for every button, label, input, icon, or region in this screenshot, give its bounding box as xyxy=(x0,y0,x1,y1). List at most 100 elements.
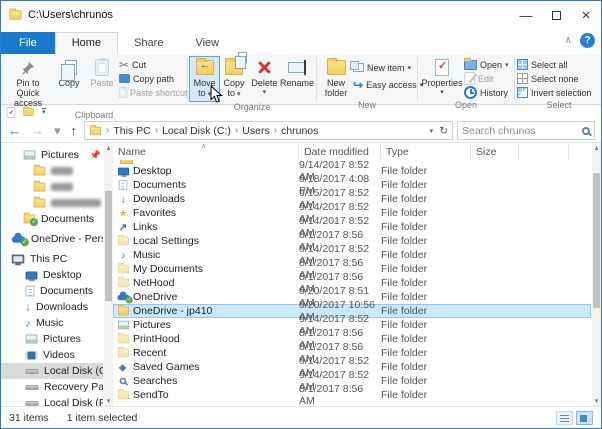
copy-to-button[interactable]: Copy to ▾ xyxy=(219,57,248,101)
recent-locations-dropdown-icon[interactable]: ▾ xyxy=(51,124,64,137)
back-button[interactable]: ← xyxy=(5,124,24,137)
easy-access-button[interactable]: ↪ Easy access ▾ xyxy=(353,78,415,91)
sidebar-item-local-disk-c[interactable]: Local Disk (C:) xyxy=(1,363,103,379)
scroll-up-icon[interactable]: ▴ xyxy=(592,144,601,152)
move-to-button[interactable]: ← Move to ▾ xyxy=(190,57,219,101)
window-title: C:\Users\chrunos xyxy=(28,9,511,21)
shortcut-folder-icon xyxy=(117,335,128,344)
select-group-label: Select xyxy=(515,99,602,112)
tab-home[interactable]: Home xyxy=(55,32,118,54)
folder-synced-icon xyxy=(24,215,36,224)
paste-shortcut-button[interactable]: Paste shortcut xyxy=(119,86,185,99)
column-header-date[interactable]: Date modified xyxy=(299,144,381,159)
title-bar: C:\Users\chrunos — × xyxy=(1,1,601,29)
paste-label: Paste xyxy=(90,78,113,88)
cut-button[interactable]: ✂ Cut xyxy=(119,58,185,71)
sidebar-item-videos[interactable]: Videos xyxy=(1,347,103,363)
desktop-icon xyxy=(26,271,38,279)
file-row-sendto[interactable]: SendTo 8/1/2017 8:56 AM File folder xyxy=(113,388,591,402)
large-icons-view-button[interactable] xyxy=(576,411,593,425)
sidebar-item-music[interactable]: ♪ Music xyxy=(1,315,103,331)
minimize-button[interactable]: — xyxy=(511,2,541,28)
sidebar-scrollbar[interactable]: ▴ ▾ xyxy=(104,143,113,406)
folder-icon xyxy=(117,307,128,316)
breadcrumb-chrunos[interactable]: chrunos xyxy=(281,125,318,137)
downloads-icon: ↓ xyxy=(25,302,30,313)
breadcrumb-users[interactable]: Users xyxy=(242,125,269,137)
qat-new-folder-button[interactable] xyxy=(23,108,33,116)
sidebar-item-label: This PC xyxy=(30,253,67,265)
delete-button[interactable]: Delete ▾ xyxy=(249,57,280,99)
qat-properties-button[interactable] xyxy=(7,107,15,117)
select-all-label: Select all xyxy=(531,60,568,70)
ribbon-group-open: Properties ▾ Open ▾ Edit Histo xyxy=(418,54,514,104)
maximize-button[interactable] xyxy=(541,2,571,28)
scissors-icon: ✂ xyxy=(119,59,129,71)
open-button[interactable]: Open ▾ xyxy=(464,58,512,71)
history-button[interactable]: History xyxy=(464,86,512,99)
breadcrumb[interactable]: › This PC › Local Disk (C:) › Users › ch… xyxy=(84,121,453,140)
scroll-down-icon[interactable]: ▾ xyxy=(592,397,601,405)
help-button[interactable]: ? xyxy=(580,33,595,48)
select-none-button[interactable]: Select none xyxy=(517,72,601,85)
dropdown-arrow-icon: ▾ xyxy=(235,91,240,98)
copy-path-button[interactable]: Copy path xyxy=(119,72,185,85)
collapse-ribbon-icon[interactable]: ∧ xyxy=(565,35,572,46)
column-header-type[interactable]: Type xyxy=(381,144,471,159)
sidebar-item-label: Local Disk (C:) xyxy=(44,365,103,377)
edit-icon xyxy=(464,72,475,85)
file-list-scrollbar[interactable]: ▴ ▾ xyxy=(592,143,601,406)
desktop-icon xyxy=(117,167,128,175)
scroll-down-icon[interactable]: ▾ xyxy=(104,397,113,405)
sidebar-item-pictures-quick[interactable]: Pictures 📌 xyxy=(1,147,103,163)
edit-button[interactable]: Edit xyxy=(464,72,512,85)
new-folder-button[interactable]: New folder xyxy=(319,57,353,99)
sidebar-item-downloads[interactable]: ↓ Downloads xyxy=(1,299,103,315)
sidebar-item-desktop[interactable]: Desktop xyxy=(1,267,103,283)
up-button[interactable]: ↑ xyxy=(68,124,81,137)
invert-selection-button[interactable]: Invert selection xyxy=(517,86,601,99)
scroll-up-icon[interactable]: ▴ xyxy=(104,144,113,152)
forward-button[interactable]: → xyxy=(28,124,47,137)
refresh-icon[interactable]: ↻ xyxy=(439,125,448,137)
folder-icon xyxy=(34,183,46,192)
sidebar-item-documents[interactable]: Documents xyxy=(1,283,103,299)
address-dropdown-icon[interactable]: ▾ xyxy=(430,127,434,135)
sidebar-item-local-disk-f[interactable]: Local Disk (F:) xyxy=(1,395,103,406)
copy-path-icon xyxy=(119,74,130,83)
sidebar-item-pictures[interactable]: Pictures xyxy=(1,331,103,347)
details-view-button[interactable] xyxy=(556,411,573,425)
breadcrumb-this-pc[interactable]: This PC xyxy=(113,125,150,137)
search-icon[interactable] xyxy=(582,127,590,135)
breadcrumb-separator: › xyxy=(106,125,109,136)
properties-button[interactable]: Properties ▾ xyxy=(420,57,464,99)
sidebar-item-onedrive[interactable]: OneDrive - Person xyxy=(1,231,103,247)
breadcrumb-separator: › xyxy=(235,125,238,136)
downloads-icon: ↓ xyxy=(120,194,125,204)
tab-view[interactable]: View xyxy=(179,33,235,54)
scrollbar-thumb[interactable] xyxy=(593,173,600,308)
paste-button[interactable]: Paste xyxy=(85,57,119,89)
sidebar-item-this-pc[interactable]: This PC xyxy=(1,251,103,267)
sidebar-item-recovery-partition[interactable]: Recovery Partitio xyxy=(1,379,103,395)
blurred-label xyxy=(51,183,73,191)
sidebar-item-blurred-folder[interactable] xyxy=(1,163,103,179)
rename-button[interactable]: Rename xyxy=(280,57,314,89)
pin-to-quick-access-button[interactable]: Pin to Quick access xyxy=(3,57,53,109)
search-input[interactable] xyxy=(462,125,578,137)
sidebar-item-documents-quick[interactable]: Documents xyxy=(1,211,103,227)
new-item-button[interactable]: New item ▾ xyxy=(353,61,415,74)
tab-file[interactable]: File xyxy=(1,32,55,54)
breadcrumb-local-disk[interactable]: Local Disk (C:) xyxy=(162,125,231,137)
sidebar-item-label: Recovery Partitio xyxy=(44,381,103,393)
column-header-size[interactable]: Size xyxy=(471,144,519,159)
close-button[interactable]: × xyxy=(571,2,601,28)
sidebar-item-blurred-folder[interactable] xyxy=(1,179,103,195)
paste-icon xyxy=(95,59,109,76)
copy-button[interactable]: Copy xyxy=(53,57,85,89)
sidebar-item-blurred-folder[interactable] xyxy=(1,195,103,211)
tab-share[interactable]: Share xyxy=(118,33,179,54)
move-arrow-icon: ← xyxy=(200,60,211,71)
scrollbar-thumb[interactable] xyxy=(105,191,112,301)
select-all-button[interactable]: Select all xyxy=(517,58,601,71)
